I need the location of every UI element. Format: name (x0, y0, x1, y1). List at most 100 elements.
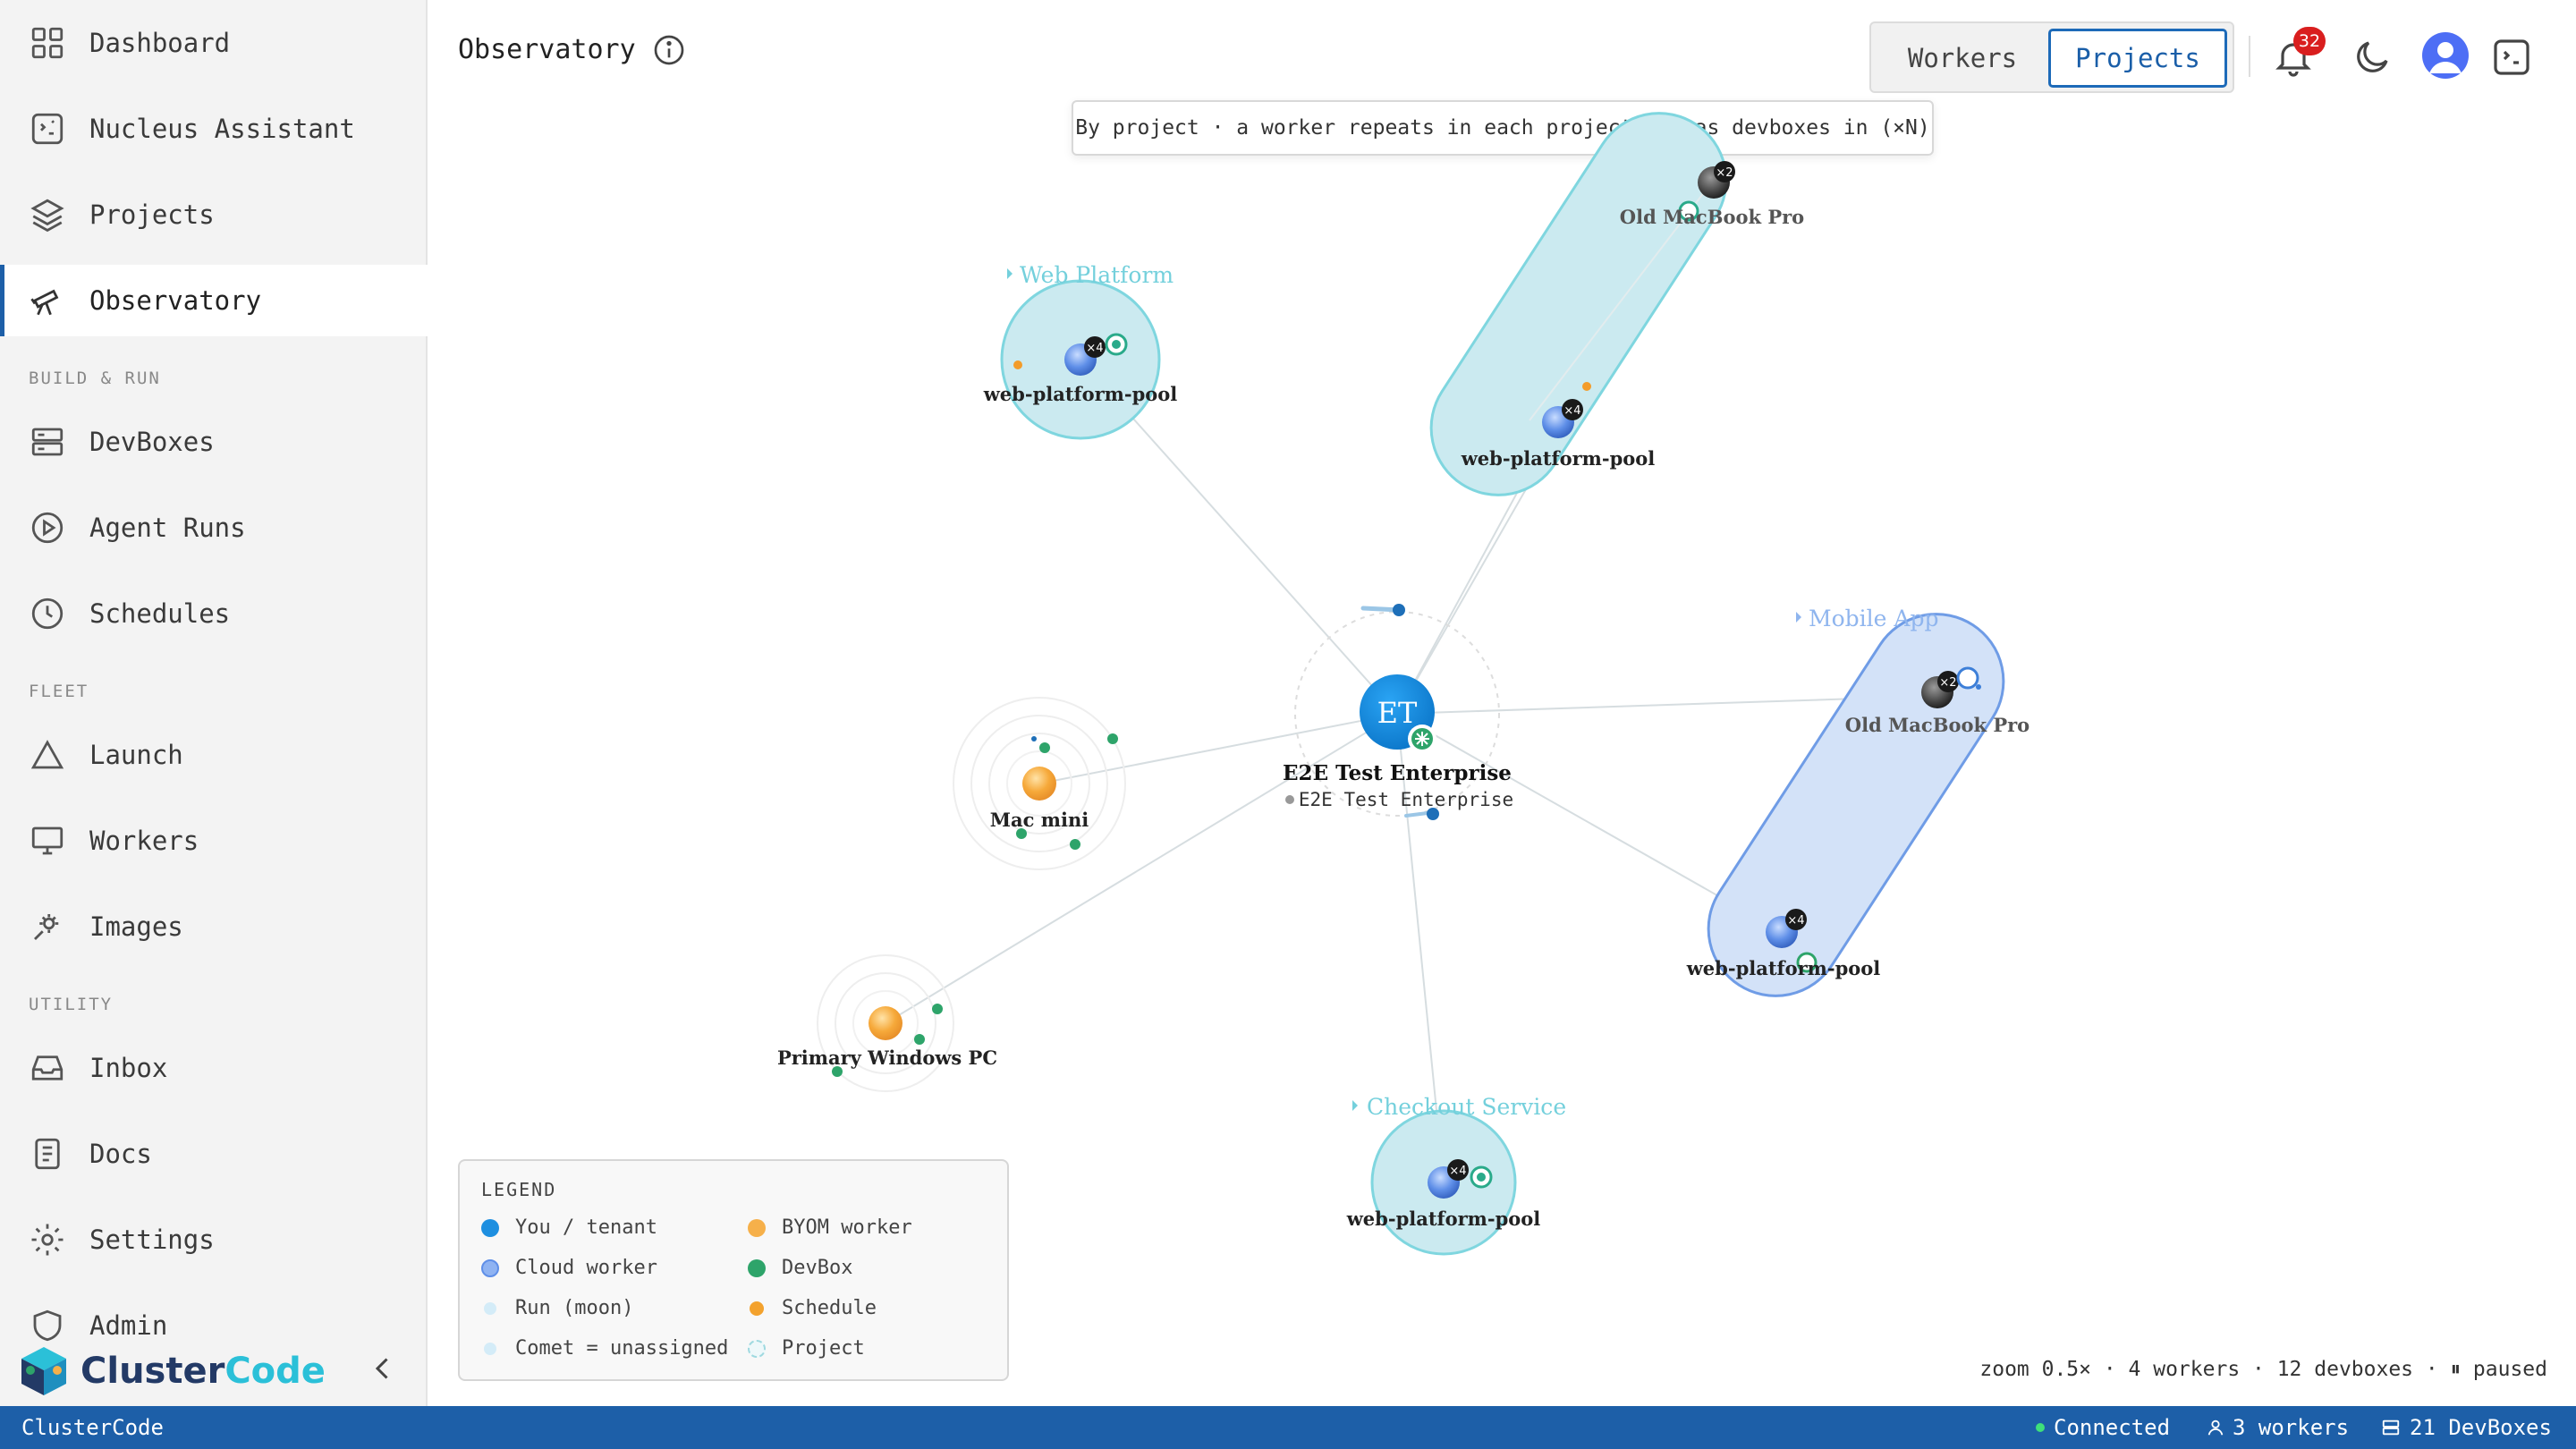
tenant-node[interactable]: ET E2E Test Enterprise E2E Test Enterpri… (1283, 604, 1513, 820)
sidebar-item-settings[interactable]: Settings (0, 1204, 428, 1275)
legend: LEGEND You / tenant BYOM worker Cloud wo… (458, 1159, 1009, 1381)
tenant-initials: ET (1377, 696, 1418, 730)
sidebar-item-label: Projects (89, 199, 215, 230)
graph-stats: zoom 0.5× · 4 workers · 12 devboxes · ⏸ … (1979, 1358, 2547, 1381)
project-web-platform[interactable]: Web Platform ×4 web-platform-pool (983, 262, 1178, 440)
brand-name: ClusterCode (80, 1351, 326, 1392)
comet-node[interactable] (1393, 604, 1405, 616)
legend-label: DevBox (782, 1257, 853, 1279)
section-fleet: FLEET (29, 682, 89, 701)
project-pill-top[interactable]: ×2 Old MacBook Pro ×4 web-platform-pool (1405, 88, 1804, 521)
legend-item-devbox: DevBox (748, 1257, 852, 1279)
telescope-icon (30, 289, 59, 316)
sidebar-item-label: Settings (89, 1224, 215, 1255)
legend-dot (748, 1258, 766, 1277)
pool-label: web-platform-pool (1686, 957, 1881, 979)
monitor-icon (31, 826, 64, 855)
sidebar-item-label: Launch (89, 740, 183, 770)
legend-dot (481, 1218, 499, 1237)
gear-icon (31, 1224, 64, 1256)
legend-label: Schedule (782, 1297, 877, 1319)
play-circle-icon (31, 512, 64, 544)
legend-dot (748, 1218, 766, 1237)
legend-label: Cloud worker (515, 1257, 657, 1279)
project-label: Mobile App (1809, 606, 1938, 631)
layers-icon (30, 199, 64, 233)
project-label: Web Platform (1020, 262, 1174, 288)
worker-count-badge: ×4 (1787, 914, 1804, 928)
sidebar-item-agent-runs[interactable]: Agent Runs (0, 492, 428, 564)
brand-name-part1: Cluster (80, 1351, 225, 1392)
legend-item-run: Run (moon) (481, 1297, 633, 1319)
sidebar-item-label: Docs (89, 1139, 152, 1169)
legend-dot (484, 1342, 496, 1355)
legend-dot (484, 1301, 496, 1315)
pool-label: web-platform-pool (1461, 447, 1656, 470)
legend-item-schedule: Schedule (748, 1297, 877, 1319)
sidebar-item-devboxes[interactable]: DevBoxes (0, 406, 428, 478)
status-devboxes[interactable]: 21 DevBoxes (2381, 1415, 2552, 1440)
worker-label: Old MacBook Pro (1845, 714, 2029, 736)
worker-count-badge: ×2 (1939, 676, 1956, 690)
sidebar-item-projects[interactable]: Projects (0, 179, 428, 250)
status-connection[interactable]: Connected (2036, 1415, 2170, 1440)
triangle-icon (30, 740, 64, 769)
sidebar-item-label: Schedules (89, 598, 231, 629)
person-icon (2207, 1419, 2224, 1436)
worker-label: Old MacBook Pro (1620, 206, 1804, 228)
section-build-run: BUILD & RUN (29, 369, 161, 388)
sidebar-item-images[interactable]: Images (0, 891, 428, 962)
pool-label: web-platform-pool (1346, 1208, 1541, 1230)
sidebar-item-schedules[interactable]: Schedules (0, 578, 428, 649)
sidebar-item-observatory[interactable]: Observatory (0, 265, 428, 336)
assistant-icon (31, 113, 64, 145)
legend-label: Project (782, 1337, 865, 1360)
pool-label: web-platform-pool (983, 383, 1178, 405)
legend-label: Run (moon) (515, 1297, 634, 1319)
sidebar-item-label: DevBoxes (89, 427, 215, 457)
inbox-icon (31, 1055, 64, 1080)
sidebar-item-label: Dashboard (89, 28, 231, 58)
sidebar-item-label: Workers (89, 826, 199, 856)
status-devboxes-label: 21 DevBoxes (2410, 1415, 2552, 1440)
project-mobile-app[interactable]: Mobile App ×2 Old MacBook Pro ×4 web-pla… (1682, 589, 2029, 1021)
legend-item-project: Project (748, 1337, 865, 1360)
sidebar-item-inbox[interactable]: Inbox (0, 1032, 428, 1104)
sidebar-item-docs[interactable]: Docs (0, 1118, 428, 1190)
worker-count-badge: ×4 (1086, 342, 1103, 355)
legend-dot (748, 1339, 766, 1358)
worker-count-badge: ×4 (1563, 404, 1580, 418)
server-icon (31, 428, 64, 456)
sidebar-item-launch[interactable]: Launch (0, 719, 428, 791)
collapse-sidebar-icon[interactable] (367, 1352, 399, 1385)
legend-dot (750, 1301, 764, 1316)
sidebar-item-label: Admin (89, 1310, 168, 1341)
worker-mac-mini[interactable]: Mac mini (953, 697, 1126, 870)
worker-label: Primary Windows PC (777, 1046, 997, 1069)
document-icon (35, 1138, 60, 1170)
legend-item-cloud: Cloud worker (481, 1257, 657, 1279)
brand-name-part2: Code (225, 1351, 326, 1392)
sidebar-item-label: Agent Runs (89, 513, 246, 543)
legend-title: LEGEND (481, 1179, 557, 1200)
legend-label: Comet = unassigned (515, 1337, 729, 1360)
brand-logo[interactable]: ClusterCode (16, 1343, 326, 1399)
shield-icon (33, 1309, 62, 1342)
legend-label: You / tenant (515, 1216, 657, 1239)
status-workers[interactable]: 3 workers (2206, 1415, 2349, 1440)
legend-label: BYOM worker (782, 1216, 912, 1239)
connected-dot-icon (2036, 1423, 2045, 1432)
status-bar: ClusterCode Connected 3 workers 21 DevBo… (0, 1406, 2576, 1449)
tenant-name: E2E Test Enterprise (1283, 761, 1512, 785)
clock-icon (31, 597, 64, 630)
legend-dot (481, 1258, 499, 1277)
sidebar-item-dashboard[interactable]: Dashboard (0, 7, 428, 79)
sidebar-item-nucleus-assistant[interactable]: Nucleus Assistant (0, 93, 428, 165)
worker-count-badge: ×2 (1716, 166, 1733, 180)
status-connection-label: Connected (2054, 1415, 2171, 1440)
sidebar-item-label: Inbox (89, 1053, 168, 1083)
legend-item-tenant: You / tenant (481, 1216, 657, 1239)
project-checkout-service[interactable]: Checkout Service ×4 web-platform-pool (1346, 1094, 1566, 1256)
sidebar-item-label: Observatory (89, 285, 262, 316)
sidebar-item-workers[interactable]: Workers (0, 805, 428, 877)
